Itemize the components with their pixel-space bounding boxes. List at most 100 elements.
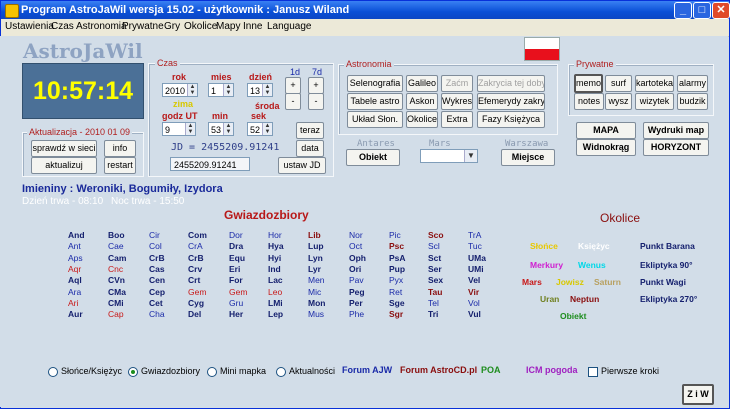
rok-stepper[interactable]: 2010 ▲ ▼ (162, 83, 198, 97)
constellation-uma[interactable]: UMa (468, 253, 486, 263)
polish-flag-icon[interactable] (524, 37, 560, 61)
menu-mapy[interactable]: Mapy (216, 21, 240, 32)
zakrycia-button[interactable]: Zakrycia tej doby (477, 75, 545, 92)
constellation-gru[interactable]: Gru (229, 298, 243, 308)
spin-arrows-icon[interactable]: ▲ ▼ (187, 84, 197, 96)
constellation-aqr[interactable]: Aqr (68, 264, 81, 274)
notes-button[interactable]: notes (574, 93, 604, 110)
constellation-ari[interactable]: Ari (68, 298, 78, 308)
spin-arrows-icon[interactable]: ▲ ▼ (223, 84, 233, 96)
constellation-com[interactable]: Com (188, 230, 207, 240)
constellation-aur[interactable]: Aur (68, 309, 83, 319)
constellation-her[interactable]: Her (229, 309, 243, 319)
constellation-lyr[interactable]: Lyr (308, 264, 321, 274)
wydruki-map-button[interactable]: Wydruki map (643, 122, 709, 139)
constellation-boo[interactable]: Boo (108, 230, 125, 240)
godz-stepper[interactable]: 9 ▲ ▼ (162, 122, 196, 136)
okolice-item-8[interactable]: Saturn (594, 277, 621, 287)
constellation-scl[interactable]: Scl (428, 241, 440, 251)
constellation-vol[interactable]: Vol (468, 298, 480, 308)
spin-arrows-icon[interactable]: ▲ ▼ (223, 123, 233, 135)
tabele-astro-button[interactable]: Tabele astro (347, 93, 403, 110)
menu-inne[interactable]: Inne (243, 21, 262, 32)
minimize-button[interactable]: _ (674, 2, 692, 19)
constellation-sco[interactable]: Sco (428, 230, 444, 240)
constellation-nor[interactable]: Nor (349, 230, 363, 240)
menu-okolice[interactable]: Okolice (184, 21, 217, 32)
constellation-cma[interactable]: CMa (108, 287, 126, 297)
close-button[interactable]: ✕ (712, 2, 730, 19)
okolice-item-9[interactable]: Punkt Wagi (640, 277, 686, 287)
wykres-button[interactable]: Wykres (441, 93, 473, 110)
radio-gwiazdozbiory[interactable]: Gwiazdozbiory (128, 366, 200, 377)
constellation-oct[interactable]: Oct (349, 241, 362, 251)
radio-mini-mapka[interactable]: Mini mapka (207, 366, 266, 377)
minus-1d-button[interactable]: - (285, 93, 301, 110)
askon-button[interactable]: Askon (406, 93, 438, 110)
constellation-and[interactable]: And (68, 230, 85, 240)
constellation-gem[interactable]: Gem (229, 287, 247, 297)
constellation-umi[interactable]: UMi (468, 264, 484, 274)
dzien-stepper[interactable]: 13 ▲ ▼ (247, 83, 273, 97)
widnokrag-button[interactable]: Widnokrąg (576, 139, 636, 156)
mies-stepper[interactable]: 1 ▲ ▼ (208, 83, 234, 97)
constellation-per[interactable]: Per (349, 298, 363, 308)
okolice-item-6[interactable]: Mars (522, 277, 542, 287)
constellation-cas[interactable]: Cas (149, 264, 165, 274)
constellation-tuc[interactable]: Tuc (468, 241, 482, 251)
constellation-cae[interactable]: Cae (108, 241, 124, 251)
constellation-crt[interactable]: Crt (188, 275, 200, 285)
constellation-crv[interactable]: Crv (188, 264, 202, 274)
info-button[interactable]: info (104, 140, 136, 157)
constellation-mic[interactable]: Mic (308, 287, 321, 297)
minus-7d-button[interactable]: - (308, 93, 324, 110)
constellation-phe[interactable]: Phe (349, 309, 364, 319)
alarmy-button[interactable]: alarmy (677, 75, 708, 92)
constellation-cha[interactable]: Cha (149, 309, 165, 319)
okolice-item-3[interactable]: Merkury (530, 260, 563, 270)
constellation-pup[interactable]: Pup (389, 264, 405, 274)
menu-language[interactable]: Language (267, 21, 312, 32)
constellation-lac[interactable]: Lac (268, 275, 283, 285)
constellation-cmi[interactable]: CMi (108, 298, 124, 308)
constellation-vel[interactable]: Vel (468, 275, 480, 285)
constellation-cvn[interactable]: CVn (108, 275, 125, 285)
efemerydy-button[interactable]: Efemerydy zakryć (477, 93, 545, 110)
constellation-tra[interactable]: TrA (468, 230, 481, 240)
jd-input[interactable]: 2455209.91241 (170, 157, 250, 171)
chevron-down-icon[interactable]: ▼ (464, 150, 477, 162)
constellation-lep[interactable]: Lep (268, 309, 283, 319)
okolice-item-2[interactable]: Punkt Barana (640, 241, 695, 251)
icm-pogoda-link[interactable]: ICM pogoda (526, 365, 578, 375)
constellation-del[interactable]: Del (188, 309, 201, 319)
ustaw-jd-button[interactable]: ustaw JD (278, 157, 326, 174)
okolice-item-7[interactable]: Jowisz (556, 277, 584, 287)
budzik-button[interactable]: budzik (677, 93, 708, 110)
sek-stepper[interactable]: 52 ▲ ▼ (247, 122, 273, 136)
menu-czas[interactable]: Czas (51, 21, 74, 32)
spin-arrows-icon[interactable]: ▲ ▼ (262, 84, 272, 96)
constellation-hyi[interactable]: Hyi (268, 253, 281, 263)
constellation-vir[interactable]: Vir (468, 287, 479, 297)
memo-button[interactable]: memo (574, 74, 603, 93)
okolice-item-5[interactable]: Ekliptyka 90° (640, 260, 693, 270)
constellation-ara[interactable]: Ara (68, 287, 81, 297)
constellation-pic[interactable]: Pic (389, 230, 401, 240)
menu-ustawienia[interactable]: Ustawienia (5, 21, 54, 32)
radio-aktualnosci[interactable]: Aktualności (276, 366, 335, 377)
teraz-button[interactable]: teraz (296, 122, 324, 139)
constellation-crb[interactable]: CrB (188, 253, 204, 263)
constellation-sge[interactable]: Sge (389, 298, 405, 308)
constellation-men[interactable]: Men (308, 275, 325, 285)
extra-button[interactable]: Extra (441, 111, 473, 128)
constellation-pyx[interactable]: Pyx (389, 275, 403, 285)
fazy-ksiezyca-button[interactable]: Fazy Księżyca (477, 111, 545, 128)
plus-1d-button[interactable]: + (285, 77, 301, 94)
constellation-mon[interactable]: Mon (308, 298, 325, 308)
constellation-eri[interactable]: Eri (229, 264, 240, 274)
constellation-for[interactable]: For (229, 275, 243, 285)
okolice-item-10[interactable]: Uran (540, 294, 559, 304)
constellation-cam[interactable]: Cam (108, 253, 126, 263)
selenografia-button[interactable]: Selenografia (347, 75, 403, 92)
constellation-lup[interactable]: Lup (308, 241, 324, 251)
